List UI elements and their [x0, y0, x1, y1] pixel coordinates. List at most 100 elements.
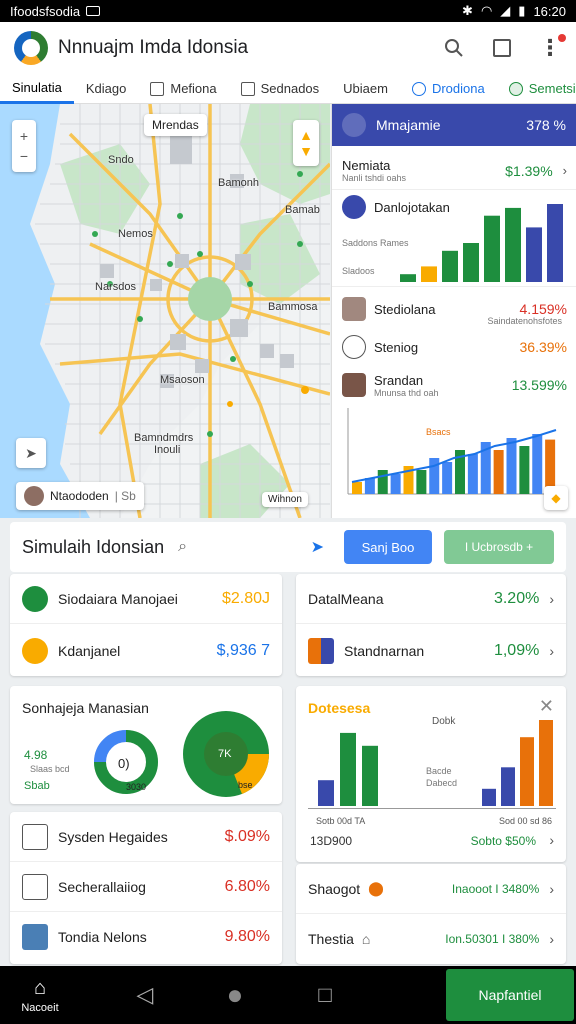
tab-bar: Sinulatia Kdiago Mefiona Sednados Ubiaem…	[0, 74, 576, 104]
chart-bar	[467, 454, 478, 494]
donut-card[interactable]: Sonhajeja Manasian 4.98 Slaas bcd Sbab 0…	[10, 686, 282, 804]
grid-icon	[22, 585, 48, 612]
primary-button[interactable]: Sanj Boo	[344, 530, 432, 564]
map-label: Bammosa	[268, 301, 318, 313]
tab-kdiago[interactable]: Kdiago	[74, 74, 138, 104]
zoom-control[interactable]: + −	[12, 120, 36, 172]
zoom-in-icon[interactable]: +	[20, 128, 28, 144]
signal-icon: ◢	[500, 3, 511, 18]
panel-combo-chart	[347, 408, 564, 495]
recents-icon[interactable]: □	[280, 982, 370, 1008]
stat-row[interactable]: DatalMeana 3.20% ›	[296, 574, 566, 624]
map-label: Msaoson	[160, 374, 205, 386]
panel-bar-chart	[400, 204, 563, 282]
map-label: Inouli	[154, 444, 181, 456]
place-icon	[24, 486, 44, 506]
list-item[interactable]: Sysden Hegaides $.09%	[10, 812, 282, 862]
tab-ubiaem[interactable]: Ubiaem	[331, 74, 400, 104]
compass-control[interactable]: ▲ ▼	[293, 120, 319, 166]
map-bottom-chip[interactable]: Wihnon	[262, 492, 308, 507]
back-icon[interactable]: ◁	[100, 982, 190, 1008]
status-bar: Ifoodsfsodia ✱ ◠ ◢ ▮ 16:20	[0, 0, 576, 22]
tab-sednados[interactable]: Sednados	[229, 74, 332, 104]
stat-row[interactable]: Kdanjanel $,936 7	[10, 626, 282, 676]
list-item[interactable]: Secherallaiiog 6.80%	[10, 862, 282, 912]
tab-drodiona[interactable]: Drodiona	[400, 74, 497, 104]
pin-icon: ⬤	[368, 880, 384, 896]
chart-bar	[484, 215, 500, 282]
notification-icon	[86, 6, 101, 16]
bull-icon	[22, 638, 48, 664]
notification-badge	[558, 34, 566, 42]
close-icon[interactable]: ✕	[539, 696, 554, 717]
building-icon	[342, 297, 366, 321]
app-logo-icon	[14, 31, 48, 65]
stat-row[interactable]: Standnarnan 1,09% ›	[296, 626, 566, 676]
chart-bar	[547, 204, 563, 282]
search-icon[interactable]	[442, 36, 466, 60]
bar-chart-left	[318, 732, 378, 806]
panel-header[interactable]: Mmajamie 378 %	[332, 104, 576, 146]
chart-bar	[520, 737, 534, 806]
city-map[interactable]: + − ▲ ▼ ➤ Mrendas Sndo Bamonh Bamab Nemos …	[0, 104, 330, 518]
document-icon	[150, 81, 165, 96]
chart-bar	[539, 720, 553, 806]
status-time: 16:20	[533, 3, 566, 19]
north-arrow-icon: ▲	[299, 127, 313, 143]
send-icon[interactable]: ➤	[311, 537, 324, 557]
map-label: Sndo	[108, 154, 134, 166]
cta-button[interactable]: Napfantiel	[446, 969, 574, 1021]
chart-bar	[364, 478, 375, 494]
chevron-right-icon: ›	[549, 880, 554, 897]
search-icon[interactable]: ⌕	[178, 538, 187, 556]
chart-bar	[519, 446, 530, 494]
chart-bar	[318, 780, 334, 806]
chart-bar	[505, 207, 521, 282]
chevron-right-icon: ›	[562, 163, 567, 178]
expand-icon[interactable]: ◆	[544, 486, 568, 510]
chart-bar	[532, 434, 543, 494]
chart-bar	[416, 470, 427, 494]
map-label: Narsdos	[95, 281, 136, 293]
panel-row-nemiata[interactable]: Nemiata Nanli tshdi oahs $1.39% ›	[332, 152, 576, 190]
stat-row[interactable]: Siodaiara Manojaei $2.80J	[10, 574, 282, 624]
tab-sinulatia[interactable]: Sinulatia	[0, 74, 74, 104]
right-stat-card: DatalMeana 3.20% › Standnarnan 1,09% ›	[296, 574, 566, 676]
window-icon[interactable]	[490, 36, 514, 60]
list-item[interactable]: Thestia ⌂ Ion.50301 I 380% ›	[296, 914, 566, 964]
map-top-label[interactable]: Mrendas	[144, 114, 207, 136]
locate-icon[interactable]: ➤	[16, 438, 46, 468]
location-chip[interactable]: Ntaododen | Sb	[16, 482, 144, 510]
south-arrow-icon: ▼	[299, 143, 313, 159]
box-icon	[342, 373, 366, 397]
bar-chart-card[interactable]: Dotesesa ✕ Dobk Bacde Dabecd Sotb 00d TA…	[296, 686, 566, 862]
chevron-right-icon: ›	[549, 931, 554, 947]
zoom-out-icon[interactable]: −	[20, 148, 28, 164]
more-icon[interactable]: ⋮	[538, 34, 566, 60]
chart-bar	[400, 274, 416, 282]
chart-bar	[352, 482, 362, 494]
battery-icon: ▮	[518, 3, 526, 18]
chevron-right-icon: ›	[549, 643, 554, 659]
app-bar: Nnnuajm Imda Idonsia ⋮	[0, 22, 576, 74]
home-nav[interactable]: ⌂ Nacoeit	[0, 977, 80, 1014]
globe-icon	[342, 335, 366, 359]
chart-bar	[493, 450, 504, 494]
card-title: Dotesesa	[308, 700, 371, 716]
tab-semetsian[interactable]: Semetsian	[497, 74, 576, 104]
panel-row-srandan[interactable]: Srandan Mnunsa thd oah 13.599%	[332, 368, 576, 402]
list-item[interactable]: Shaogot ⬤ Inaooot I 3480% ›	[296, 864, 566, 914]
map-icon	[308, 638, 334, 664]
chart-bar	[442, 462, 453, 494]
left-list-card: Sysden Hegaides $.09% Secherallaiiog 6.8…	[10, 812, 282, 964]
chart-bar	[421, 266, 437, 282]
list-item[interactable]: Tondia Nelons 9.80%	[10, 912, 282, 962]
tab-mefiona[interactable]: Mefiona	[138, 74, 228, 104]
building-icon	[22, 924, 48, 950]
panel-row-steniog[interactable]: Steniog 36.39%	[332, 332, 576, 362]
secondary-button[interactable]: I Ucbrosdb +	[444, 530, 554, 564]
chevron-right-icon: ›	[549, 590, 554, 607]
app-title: Nnnuajm Imda Idonsia	[58, 37, 249, 58]
home-circle-icon[interactable]: ●	[190, 979, 280, 1011]
chart-bar	[442, 250, 458, 282]
